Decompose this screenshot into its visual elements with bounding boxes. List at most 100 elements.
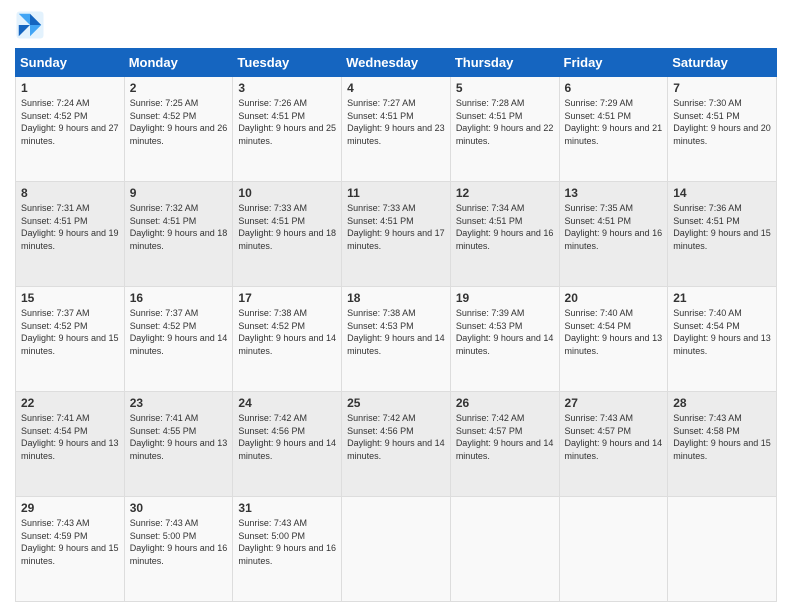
day-number: 20 (565, 291, 663, 305)
week-row-3: 15 Sunrise: 7:37 AMSunset: 4:52 PMDayligh… (16, 287, 777, 392)
calendar-cell: 8 Sunrise: 7:31 AMSunset: 4:51 PMDaylight… (16, 182, 125, 287)
day-info: Sunrise: 7:40 AMSunset: 4:54 PMDaylight:… (673, 307, 771, 357)
day-number: 28 (673, 396, 771, 410)
calendar-cell: 1 Sunrise: 7:24 AMSunset: 4:52 PMDaylight… (16, 77, 125, 182)
calendar-cell: 30 Sunrise: 7:43 AMSunset: 5:00 PMDayligh… (124, 497, 233, 602)
header (15, 10, 777, 40)
logo-icon (15, 10, 45, 40)
calendar-cell: 14Sunrise: 7:36 AMSunset: 4:51 PMDayligh… (668, 182, 777, 287)
day-number: 19 (456, 291, 554, 305)
calendar-cell: 18Sunrise: 7:38 AMSunset: 4:53 PMDayligh… (342, 287, 451, 392)
calendar-cell: 10 Sunrise: 7:33 AMSunset: 4:51 PMDayligh… (233, 182, 342, 287)
calendar-cell: 16Sunrise: 7:37 AMSunset: 4:52 PMDayligh… (124, 287, 233, 392)
calendar-cell: 17 Sunrise: 7:38 AMSunset: 4:52 PMDayligh… (233, 287, 342, 392)
day-number: 5 (456, 81, 554, 95)
day-info: Sunrise: 7:38 AMSunset: 4:52 PMDaylight:… (238, 307, 336, 357)
day-number: 24 (238, 396, 336, 410)
header-day-monday: Monday (124, 49, 233, 77)
day-number: 15 (21, 291, 119, 305)
day-info: Sunrise: 7:31 AMSunset: 4:51 PMDaylight:… (21, 202, 119, 252)
calendar-cell (342, 497, 451, 602)
calendar-cell: 12 Sunrise: 7:34 AMSunset: 4:51 PMDayligh… (450, 182, 559, 287)
day-info: Sunrise: 7:41 AMSunset: 4:55 PMDaylight:… (130, 412, 228, 462)
header-day-tuesday: Tuesday (233, 49, 342, 77)
day-number: 11 (347, 186, 445, 200)
day-info: Sunrise: 7:42 AMSunset: 4:56 PMDaylight:… (238, 412, 336, 462)
day-number: 2 (130, 81, 228, 95)
calendar-table: SundayMondayTuesdayWednesdayThursdayFrid… (15, 48, 777, 602)
day-info: Sunrise: 7:43 AMSunset: 5:00 PMDaylight:… (238, 517, 336, 567)
page: SundayMondayTuesdayWednesdayThursdayFrid… (0, 0, 792, 612)
day-number: 30 (130, 501, 228, 515)
day-info: Sunrise: 7:43 AMSunset: 4:59 PMDaylight:… (21, 517, 119, 567)
day-info: Sunrise: 7:28 AMSunset: 4:51 PMDaylight:… (456, 97, 554, 147)
calendar-cell (668, 497, 777, 602)
day-number: 22 (21, 396, 119, 410)
day-info: Sunrise: 7:37 AMSunset: 4:52 PMDaylight:… (130, 307, 228, 357)
day-number: 8 (21, 186, 119, 200)
header-day-friday: Friday (559, 49, 668, 77)
day-info: Sunrise: 7:34 AMSunset: 4:51 PMDaylight:… (456, 202, 554, 252)
day-info: Sunrise: 7:39 AMSunset: 4:53 PMDaylight:… (456, 307, 554, 357)
day-info: Sunrise: 7:33 AMSunset: 4:51 PMDaylight:… (347, 202, 445, 252)
day-number: 26 (456, 396, 554, 410)
day-info: Sunrise: 7:27 AMSunset: 4:51 PMDaylight:… (347, 97, 445, 147)
day-info: Sunrise: 7:37 AMSunset: 4:52 PMDaylight:… (21, 307, 119, 357)
day-info: Sunrise: 7:26 AMSunset: 4:51 PMDaylight:… (238, 97, 336, 147)
calendar-cell: 29 Sunrise: 7:43 AMSunset: 4:59 PMDayligh… (16, 497, 125, 602)
day-number: 31 (238, 501, 336, 515)
calendar-cell: 22 Sunrise: 7:41 AMSunset: 4:54 PMDayligh… (16, 392, 125, 497)
day-number: 4 (347, 81, 445, 95)
day-info: Sunrise: 7:33 AMSunset: 4:51 PMDaylight:… (238, 202, 336, 252)
calendar-cell: 13Sunrise: 7:35 AMSunset: 4:51 PMDayligh… (559, 182, 668, 287)
day-number: 12 (456, 186, 554, 200)
calendar-cell: 27Sunrise: 7:43 AMSunset: 4:57 PMDayligh… (559, 392, 668, 497)
day-info: Sunrise: 7:29 AMSunset: 4:51 PMDaylight:… (565, 97, 663, 147)
day-number: 29 (21, 501, 119, 515)
day-info: Sunrise: 7:42 AMSunset: 4:56 PMDaylight:… (347, 412, 445, 462)
calendar-cell: 23 Sunrise: 7:41 AMSunset: 4:55 PMDayligh… (124, 392, 233, 497)
week-row-1: 1 Sunrise: 7:24 AMSunset: 4:52 PMDaylight… (16, 77, 777, 182)
day-info: Sunrise: 7:25 AMSunset: 4:52 PMDaylight:… (130, 97, 228, 147)
day-number: 23 (130, 396, 228, 410)
day-number: 13 (565, 186, 663, 200)
calendar-cell: 19 Sunrise: 7:39 AMSunset: 4:53 PMDayligh… (450, 287, 559, 392)
calendar-cell: 9 Sunrise: 7:32 AMSunset: 4:51 PMDaylight… (124, 182, 233, 287)
day-info: Sunrise: 7:40 AMSunset: 4:54 PMDaylight:… (565, 307, 663, 357)
day-number: 9 (130, 186, 228, 200)
calendar-cell: 7 Sunrise: 7:30 AMSunset: 4:51 PMDaylight… (668, 77, 777, 182)
day-info: Sunrise: 7:24 AMSunset: 4:52 PMDaylight:… (21, 97, 119, 147)
day-number: 6 (565, 81, 663, 95)
header-day-sunday: Sunday (16, 49, 125, 77)
calendar-header: SundayMondayTuesdayWednesdayThursdayFrid… (16, 49, 777, 77)
calendar-cell (559, 497, 668, 602)
day-info: Sunrise: 7:41 AMSunset: 4:54 PMDaylight:… (21, 412, 119, 462)
logo (15, 10, 49, 40)
week-row-5: 29 Sunrise: 7:43 AMSunset: 4:59 PMDayligh… (16, 497, 777, 602)
day-number: 21 (673, 291, 771, 305)
day-number: 1 (21, 81, 119, 95)
calendar-cell: 31 Sunrise: 7:43 AMSunset: 5:00 PMDayligh… (233, 497, 342, 602)
day-number: 10 (238, 186, 336, 200)
day-info: Sunrise: 7:32 AMSunset: 4:51 PMDaylight:… (130, 202, 228, 252)
day-number: 25 (347, 396, 445, 410)
header-day-wednesday: Wednesday (342, 49, 451, 77)
calendar-cell: 25 Sunrise: 7:42 AMSunset: 4:56 PMDayligh… (342, 392, 451, 497)
header-day-thursday: Thursday (450, 49, 559, 77)
calendar-cell: 26Sunrise: 7:42 AMSunset: 4:57 PMDayligh… (450, 392, 559, 497)
day-info: Sunrise: 7:38 AMSunset: 4:53 PMDaylight:… (347, 307, 445, 357)
day-number: 3 (238, 81, 336, 95)
calendar-cell: 4 Sunrise: 7:27 AMSunset: 4:51 PMDaylight… (342, 77, 451, 182)
day-info: Sunrise: 7:30 AMSunset: 4:51 PMDaylight:… (673, 97, 771, 147)
week-row-4: 22 Sunrise: 7:41 AMSunset: 4:54 PMDayligh… (16, 392, 777, 497)
week-row-2: 8 Sunrise: 7:31 AMSunset: 4:51 PMDaylight… (16, 182, 777, 287)
day-info: Sunrise: 7:43 AMSunset: 5:00 PMDaylight:… (130, 517, 228, 567)
day-number: 7 (673, 81, 771, 95)
calendar-cell: 5 Sunrise: 7:28 AMSunset: 4:51 PMDaylight… (450, 77, 559, 182)
day-info: Sunrise: 7:43 AMSunset: 4:58 PMDaylight:… (673, 412, 771, 462)
day-number: 27 (565, 396, 663, 410)
calendar-cell (450, 497, 559, 602)
day-number: 14 (673, 186, 771, 200)
day-number: 17 (238, 291, 336, 305)
calendar-cell: 20 Sunrise: 7:40 AMSunset: 4:54 PMDayligh… (559, 287, 668, 392)
